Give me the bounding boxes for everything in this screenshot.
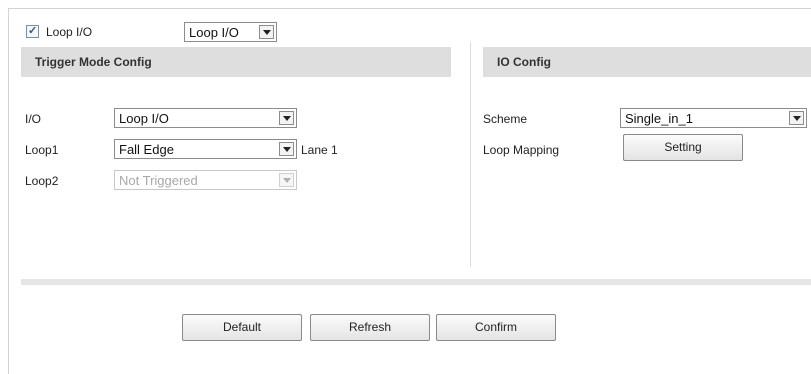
refresh-button[interactable]: Refresh <box>310 314 430 341</box>
loop2-select-value: Not Triggered <box>119 173 198 188</box>
loop2-select: Not Triggered <box>114 170 297 190</box>
checkmark-icon: ✓ <box>28 25 38 37</box>
loop-io-checkbox[interactable]: ✓ <box>26 25 39 38</box>
chevron-down-icon[interactable] <box>279 142 294 156</box>
chevron-down-icon[interactable] <box>789 111 804 125</box>
chevron-down-icon[interactable] <box>259 25 274 39</box>
loop1-lane-label: Lane 1 <box>301 143 338 157</box>
mode-select[interactable]: Loop I/O <box>184 22 277 42</box>
chevron-down-icon[interactable] <box>279 111 294 125</box>
loop-io-checkbox-label: Loop I/O <box>46 25 93 39</box>
loop1-label: Loop1 <box>25 143 59 157</box>
default-button[interactable]: Default <box>182 314 302 341</box>
io-config-header: IO Config <box>483 47 811 77</box>
setting-button[interactable]: Setting <box>623 134 743 161</box>
loop-mapping-label: Loop Mapping <box>483 143 560 157</box>
scheme-select[interactable]: Single_in_1 <box>620 108 807 128</box>
io-select-value: Loop I/O <box>119 111 169 126</box>
loop1-select[interactable]: Fall Edge <box>114 139 297 159</box>
footer-divider <box>21 279 811 285</box>
trigger-mode-config-title: Trigger Mode Config <box>35 55 152 69</box>
scheme-label: Scheme <box>483 112 528 126</box>
chevron-down-icon <box>279 173 294 187</box>
confirm-button[interactable]: Confirm <box>436 314 556 341</box>
column-divider <box>470 42 471 267</box>
mode-select-value: Loop I/O <box>189 25 239 40</box>
scheme-select-value: Single_in_1 <box>625 111 693 126</box>
loop1-select-value: Fall Edge <box>119 142 174 157</box>
io-config-title: IO Config <box>497 55 551 69</box>
trigger-mode-config-header: Trigger Mode Config <box>21 47 451 77</box>
io-label: I/O <box>25 112 42 126</box>
loop2-label: Loop2 <box>25 174 59 188</box>
io-select[interactable]: Loop I/O <box>114 108 297 128</box>
